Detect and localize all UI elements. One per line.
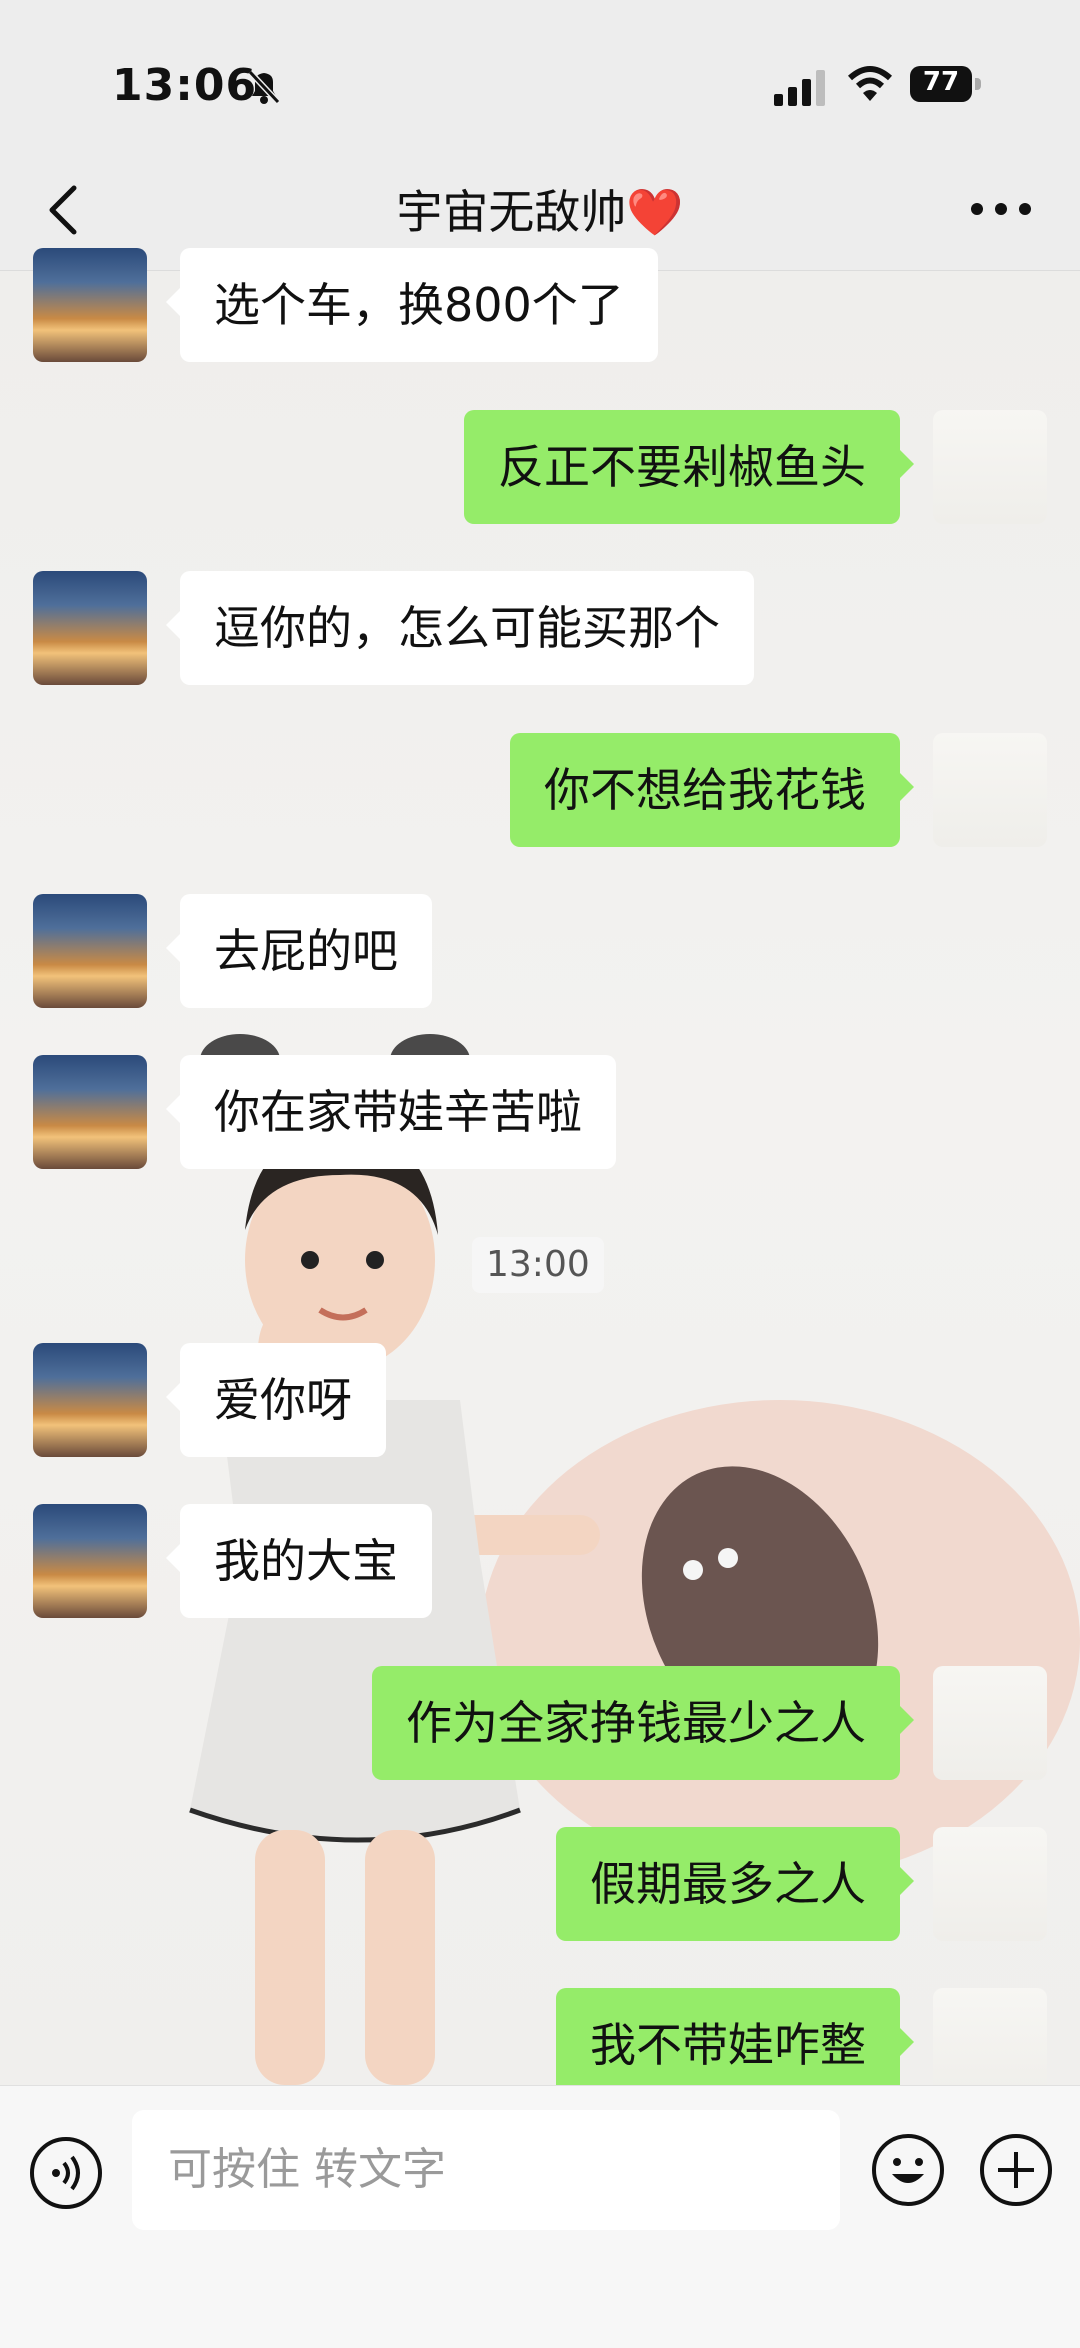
message-bubble-received[interactable]: 去屁的吧 xyxy=(166,894,432,1008)
emoji-icon[interactable] xyxy=(870,2132,946,2208)
status-bar: 13:06 77 xyxy=(0,0,1080,150)
chat-screen: 13:06 77 宇宙无敌帅❤️ 选个车，换800个了 反正不要剁椒鱼头 逗你的… xyxy=(0,0,1080,2348)
chat-title: 宇宙无敌帅❤️ xyxy=(396,185,684,239)
message-bubble-received[interactable]: 逗你的，怎么可能买那个 xyxy=(166,571,754,685)
message-bubble-sent[interactable]: 作为全家挣钱最少之人 xyxy=(372,1666,914,1780)
more-dots-icon[interactable] xyxy=(966,194,1036,224)
message-bubble-received[interactable]: 选个车，换800个了 xyxy=(166,248,658,362)
battery-level: 77 xyxy=(922,67,960,97)
voice-icon[interactable] xyxy=(28,2135,104,2211)
chat-background-wallpaper xyxy=(0,270,1080,2085)
battery-icon: 77 xyxy=(910,66,984,106)
message-input[interactable]: 可按住 转文字 xyxy=(132,2110,840,2230)
message-timestamp: 13:00 xyxy=(472,1237,604,1293)
contact-avatar[interactable] xyxy=(33,571,147,685)
contact-avatar[interactable] xyxy=(33,1055,147,1169)
message-bubble-sent[interactable]: 你不想给我花钱 xyxy=(510,733,914,847)
user-avatar[interactable] xyxy=(933,410,1047,524)
message-bubble-received[interactable]: 你在家带娃辛苦啦 xyxy=(166,1055,616,1169)
contact-avatar[interactable] xyxy=(33,1343,147,1457)
plus-icon[interactable] xyxy=(978,2132,1054,2208)
contact-avatar[interactable] xyxy=(33,894,147,1008)
wifi-icon xyxy=(848,66,892,101)
signal-icon xyxy=(774,70,825,106)
user-avatar[interactable] xyxy=(933,1827,1047,1941)
contact-avatar[interactable] xyxy=(33,248,147,362)
user-avatar[interactable] xyxy=(933,733,1047,847)
message-bubble-received[interactable]: 我的大宝 xyxy=(166,1504,432,1618)
message-input-placeholder: 可按住 转文字 xyxy=(168,2144,446,2195)
message-bubble-sent[interactable]: 假期最多之人 xyxy=(556,1827,914,1941)
message-bubble-received[interactable]: 爱你呀 xyxy=(166,1343,386,1457)
contact-avatar[interactable] xyxy=(33,1504,147,1618)
bell-slash-icon xyxy=(247,69,281,105)
message-bubble-sent[interactable]: 反正不要剁椒鱼头 xyxy=(464,410,914,524)
status-time: 13:06 xyxy=(112,60,258,111)
user-avatar[interactable] xyxy=(933,1666,1047,1780)
